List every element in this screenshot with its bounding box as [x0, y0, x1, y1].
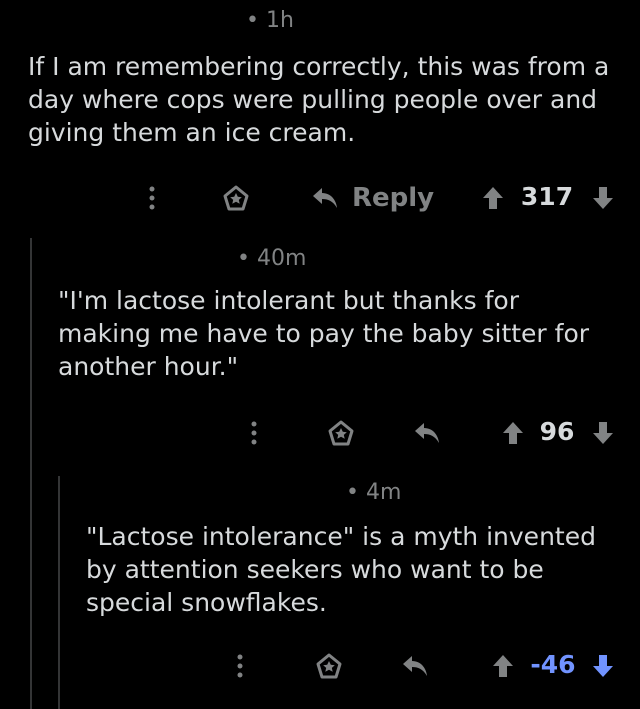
- upvote-icon: [483, 187, 503, 209]
- more-icon: [251, 421, 257, 445]
- comment-2-downvote-button[interactable]: [590, 413, 616, 453]
- award-icon: [328, 420, 354, 446]
- comment-1-upvote-button[interactable]: [480, 178, 506, 218]
- comment-2-actions: 96: [0, 413, 640, 453]
- comment-3-body: "Lactose intolerance" is a myth invented…: [86, 522, 596, 617]
- comment-3: • 4m "Lactose intolerance" is a myth inv…: [0, 476, 640, 709]
- comment-1: • 1h If I am remembering correctly, this…: [0, 0, 640, 238]
- downvote-icon-active: [593, 655, 613, 677]
- comment-1-actions: Reply 317: [0, 178, 640, 218]
- comment-2: • 40m "I'm lactose intolerant but thanks…: [0, 238, 640, 476]
- comment-2-score: 96: [539, 417, 575, 446]
- reply-icon: [415, 423, 439, 443]
- comment-1-reply-button[interactable]: Reply: [312, 178, 434, 218]
- comment-3-upvote-button[interactable]: [490, 646, 516, 686]
- comment-2-upvote-button[interactable]: [500, 413, 526, 453]
- award-icon: [223, 185, 249, 211]
- comment-3-score: -46: [530, 650, 576, 679]
- comment-2-reply-button[interactable]: [412, 413, 442, 453]
- reply-icon: [403, 656, 427, 676]
- comment-1-score: 317: [520, 182, 574, 211]
- comment-2-timestamp: • 40m: [237, 246, 307, 271]
- upvote-icon: [493, 655, 513, 677]
- comment-3-reply-button[interactable]: [400, 646, 430, 686]
- reply-icon: [313, 188, 337, 208]
- comment-1-more-button[interactable]: [140, 178, 164, 218]
- comment-1-body: If I am remembering correctly, this was …: [28, 52, 610, 147]
- comment-1-award-button[interactable]: [220, 178, 252, 218]
- upvote-icon: [503, 422, 523, 444]
- comment-3-downvote-button[interactable]: [590, 646, 616, 686]
- award-icon: [316, 653, 342, 679]
- comment-2-award-button[interactable]: [325, 413, 357, 453]
- more-icon: [149, 186, 155, 210]
- comment-1-downvote-button[interactable]: [590, 178, 616, 218]
- comment-2-body: "I'm lactose intolerant but thanks for m…: [58, 286, 590, 381]
- comment-3-actions: -46: [0, 646, 640, 686]
- downvote-icon: [593, 187, 613, 209]
- comment-3-more-button[interactable]: [228, 646, 252, 686]
- comment-3-award-button[interactable]: [313, 646, 345, 686]
- comment-1-timestamp: • 1h: [246, 8, 294, 33]
- comment-3-timestamp: • 4m: [346, 480, 402, 505]
- more-icon: [237, 654, 243, 678]
- downvote-icon: [593, 422, 613, 444]
- comment-2-more-button[interactable]: [242, 413, 266, 453]
- comment-1-reply-label: Reply: [352, 183, 435, 213]
